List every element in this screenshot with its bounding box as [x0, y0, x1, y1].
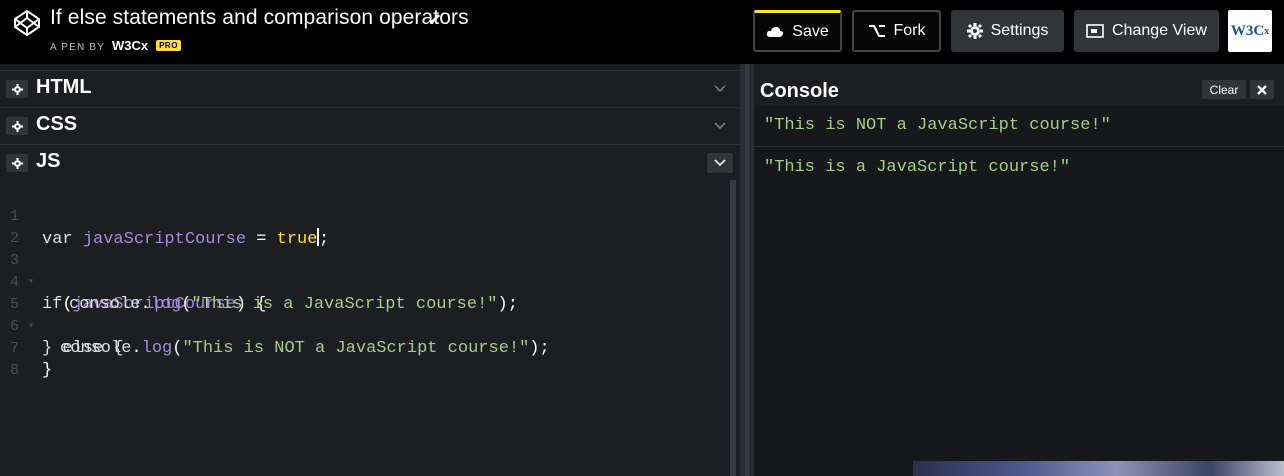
cloud-icon [767, 26, 784, 37]
settings-label: Settings [990, 22, 1049, 39]
byline-prefix: A PEN BY [50, 42, 105, 53]
code-line: 3 ▾ if(javaScriptCourse) { [0, 228, 266, 314]
code-line: 8 [0, 338, 41, 379]
code-token: ); [529, 339, 550, 358]
code-token: console [60, 339, 132, 358]
save-button[interactable]: Save [753, 10, 842, 52]
code-token: . [131, 339, 142, 358]
w3c-logo-suffix: x [1264, 25, 1270, 37]
code-line: 2 [0, 206, 41, 247]
html-settings-button[interactable] [6, 80, 28, 98]
save-label: Save [792, 22, 829, 40]
byline: A PEN BY W3Cx PRO [50, 38, 181, 53]
code-token: } [42, 361, 53, 380]
code-token: "This is NOT a JavaScript course!" [182, 339, 530, 358]
clear-console-button[interactable]: Clear [1202, 80, 1246, 99]
css-pane-title: CSS [36, 113, 78, 135]
code-line: 6 console.log("This is NOT a JavaScript … [0, 294, 550, 358]
code-token: ( [172, 339, 183, 358]
resize-grip [745, 64, 749, 476]
close-icon [1257, 84, 1267, 95]
pen-header: If else statements and comparison operat… [0, 0, 1284, 64]
css-collapse-button[interactable] [707, 116, 733, 136]
code-token: var [42, 230, 73, 249]
close-console-button[interactable] [1250, 80, 1274, 99]
code-token: ; [318, 230, 330, 249]
gear-icon [966, 23, 983, 39]
console-log-entry: "This is NOT a JavaScript course!" [754, 105, 1284, 147]
js-pane-title: JS [36, 150, 61, 172]
code-token: ); [497, 295, 518, 314]
chevron-down-icon [714, 159, 726, 167]
layout-icon [1086, 24, 1104, 38]
gear-icon [11, 83, 23, 95]
html-collapse-button[interactable] [707, 79, 733, 99]
code-line: 4 console.log("This is a JavaScript cour… [0, 250, 518, 314]
edit-pencil-icon[interactable] [428, 12, 442, 26]
code-token: if [42, 295, 63, 314]
code-token: console [69, 295, 141, 314]
console-log-entry: "This is a JavaScript course!" [764, 158, 1071, 177]
console-title: Console [760, 80, 839, 102]
pro-badge: PRO [156, 40, 181, 51]
code-line: 1 var javaScriptCourse = true; [0, 184, 329, 249]
html-pane-header[interactable]: HTML [0, 70, 740, 105]
w3c-logo-text: W3C [1230, 22, 1265, 39]
js-code-editor[interactable]: 1 var javaScriptCourse = true; 2 3 ▾ if(… [0, 180, 730, 476]
code-line: 7 } [0, 316, 52, 380]
js-collapse-button[interactable] [707, 153, 733, 173]
w3cx-logo[interactable]: W3C x [1228, 10, 1272, 52]
chevron-down-icon [714, 122, 726, 130]
code-token: true [276, 230, 318, 249]
codepen-logo-icon[interactable] [13, 9, 41, 37]
author-link[interactable]: W3Cx [112, 38, 148, 53]
change-view-button[interactable]: Change View [1074, 10, 1219, 52]
code-token: log [141, 339, 173, 358]
console-log-area[interactable]: "This is NOT a JavaScript course!" "This… [754, 105, 1284, 476]
js-pane-header[interactable]: JS [0, 144, 740, 179]
fork-icon [868, 25, 885, 37]
html-pane-title: HTML [36, 76, 92, 98]
css-settings-button[interactable] [6, 117, 28, 135]
gear-icon [11, 157, 23, 169]
pane-resize-handle[interactable] [740, 64, 754, 476]
fork-label: Fork [893, 22, 926, 39]
change-view-label: Change View [1112, 22, 1207, 39]
line-number: 8 [10, 362, 20, 379]
css-pane-header[interactable]: CSS [0, 107, 740, 142]
console-panel: Console Clear "This is NOT a JavaScript … [754, 64, 1284, 476]
chevron-down-icon [714, 85, 726, 93]
js-settings-button[interactable] [6, 154, 28, 172]
code-token: "This is a JavaScript course!" [191, 295, 498, 314]
pen-title[interactable]: If else statements and comparison operat… [50, 6, 469, 30]
editor-scrollbar[interactable] [730, 180, 736, 476]
video-thumbnail-strip [913, 461, 1284, 476]
code-token: ( [181, 295, 192, 314]
settings-button[interactable]: Settings [951, 10, 1064, 52]
code-line: 5 ▾ } else { [0, 272, 124, 358]
code-token: = [246, 230, 277, 249]
gear-icon [11, 120, 23, 132]
fork-button[interactable]: Fork [852, 10, 941, 52]
code-token: javaScriptCourse [82, 230, 247, 249]
code-token: log [150, 295, 182, 314]
code-token: . [140, 295, 151, 314]
